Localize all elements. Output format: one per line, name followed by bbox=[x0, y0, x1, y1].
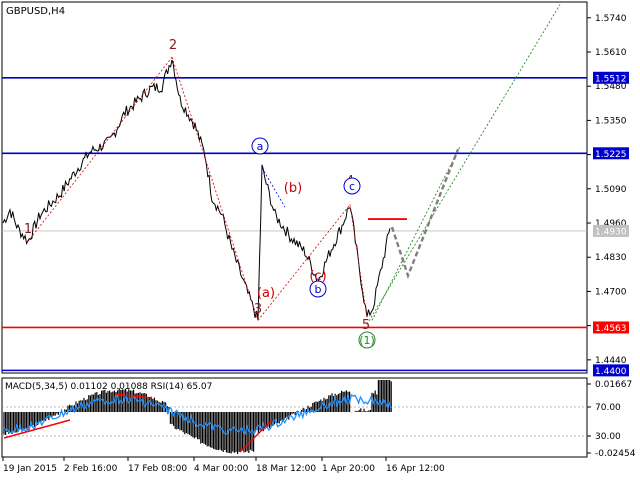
time-tick-label-2: 17 Feb 08:00 bbox=[128, 464, 187, 474]
ind-tick-label-2: 30.00 bbox=[595, 432, 621, 442]
level-tag-text-2: 1.4563 bbox=[595, 324, 627, 334]
wave-label-6: (b) bbox=[284, 181, 302, 196]
price-axis: 1.57401.56101.54801.53501.52201.50901.49… bbox=[587, 14, 627, 366]
chart-title: GBPUSD,H4 bbox=[6, 6, 65, 17]
wave-label-1: 2 bbox=[169, 38, 177, 53]
time-axis: 19 Jan 2015 2 Feb 16:00 17 Feb 08:00 4 Mar … bbox=[2, 457, 445, 474]
wave-label-5: (a) bbox=[257, 286, 275, 301]
price-tick-label-7: 1.4830 bbox=[595, 253, 627, 263]
ind-tick-label-1: 70.00 bbox=[595, 403, 621, 413]
level-tag-text-0: 1.5512 bbox=[595, 74, 627, 84]
price-tick-label-0: 1.5740 bbox=[595, 14, 627, 24]
time-tick-label-6: 16 Apr 12:00 bbox=[386, 464, 445, 474]
time-tick-label-0: 19 Jan 2015 bbox=[3, 464, 57, 474]
chart-root: 12345(a)(b)(c)abc(1) 1.57401.56101.54801… bbox=[1, 1, 636, 474]
time-tick-label-3: 4 Mar 00:00 bbox=[194, 464, 249, 474]
ind-tick-label-3: -0.02454 bbox=[595, 449, 636, 459]
time-tick-label-4: 18 Mar 12:00 bbox=[256, 464, 316, 474]
wave-label-11: (1) bbox=[359, 334, 375, 347]
price-tick-label-5: 1.5090 bbox=[595, 185, 627, 195]
price-tick-label-10: 1.4440 bbox=[595, 356, 627, 366]
wave-label-9: b bbox=[315, 283, 322, 296]
price-tick-label-8: 1.4700 bbox=[595, 287, 627, 297]
wave-label-2: 3 bbox=[254, 302, 262, 317]
current-price-tag-text: 1.4930 bbox=[595, 227, 627, 237]
wave-label-0: 1 bbox=[24, 222, 32, 237]
wave-label-4: 5 bbox=[362, 318, 370, 333]
level-tag-text-1: 1.5225 bbox=[595, 150, 627, 160]
indicator-axis: 0.01667 70.00 30.00 -0.02454 bbox=[587, 380, 636, 459]
time-tick-label-5: 1 Apr 20:00 bbox=[322, 464, 375, 474]
wave-label-10: c bbox=[349, 180, 355, 193]
ind-tick-label-0: 0.01667 bbox=[595, 380, 632, 390]
time-tick-label-1: 2 Feb 16:00 bbox=[64, 464, 118, 474]
level-tag-text-3: 1.4400 bbox=[595, 367, 627, 377]
price-tick-label-1: 1.5610 bbox=[595, 48, 627, 58]
wave-label-8: a bbox=[257, 140, 264, 153]
price-tick-label-3: 1.5350 bbox=[595, 116, 627, 126]
indicator-title: MACD(5,34,5) 0.01102 0.01088 RSI(14) 65.… bbox=[5, 382, 212, 392]
